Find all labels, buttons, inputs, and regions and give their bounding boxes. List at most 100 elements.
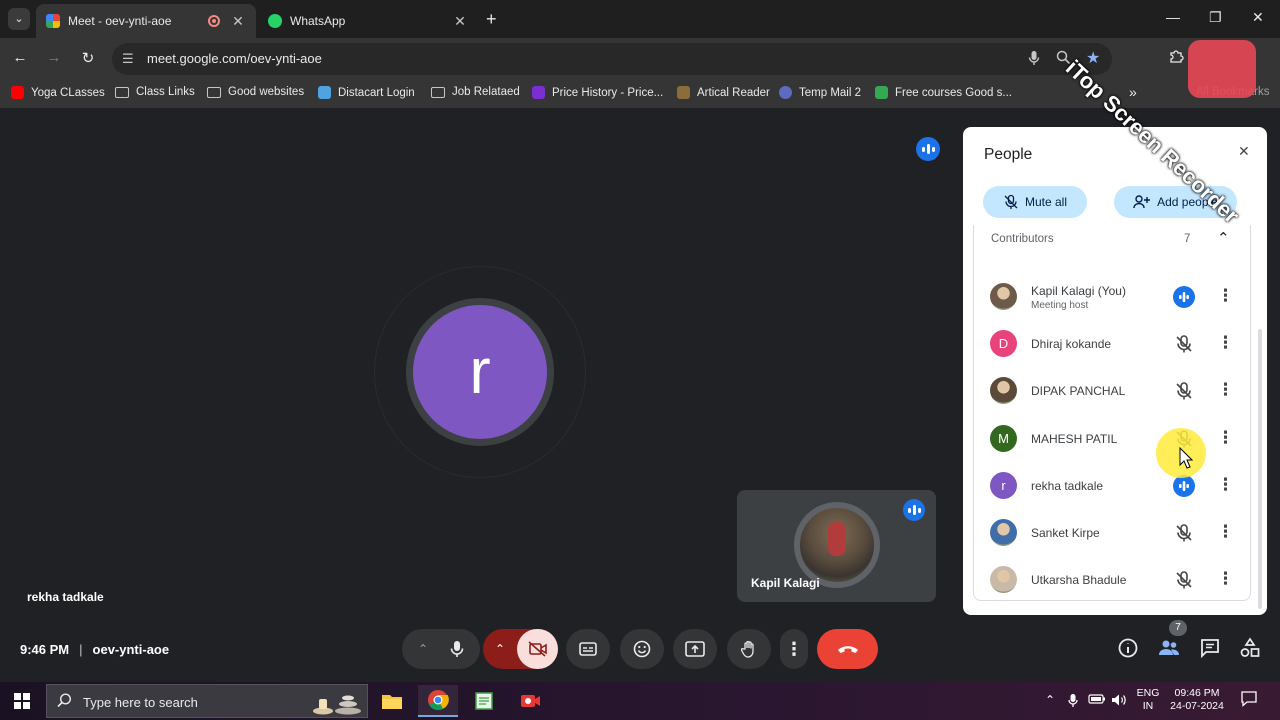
reactions-button[interactable]: [620, 629, 664, 669]
participant-more-icon[interactable]: ⋮: [1217, 428, 1234, 448]
bookmark-label: Artical Reader: [697, 86, 770, 99]
taskbar-clock[interactable]: 09:46 PM 24-07-2024: [1166, 687, 1228, 713]
collapse-chevron-icon[interactable]: ⌃: [1217, 229, 1230, 247]
back-icon[interactable]: ←: [10, 49, 30, 66]
bookmark-label: Price History - Price...: [552, 86, 664, 99]
bookmark-artical-reader[interactable]: Artical Reader: [677, 86, 770, 99]
camera-options-chevron-icon[interactable]: ⌃: [483, 642, 517, 656]
mic-off-icon: [1004, 194, 1018, 209]
present-screen-button[interactable]: [673, 629, 717, 669]
notifications-icon[interactable]: [1241, 691, 1257, 710]
site-info-icon[interactable]: ☰: [122, 51, 134, 67]
url-text: meet.google.com/oev-ynti-aoe: [147, 51, 322, 66]
participant-row[interactable]: Utkarsha Bhadule ⋮: [974, 557, 1248, 603]
mic-off-icon[interactable]: [1173, 569, 1195, 591]
maximize-icon[interactable]: ❐: [1209, 9, 1222, 26]
microphone-icon[interactable]: [450, 640, 464, 658]
separator: |: [79, 642, 83, 657]
hand-icon: [741, 640, 754, 658]
recorder-logo-icon: [1188, 40, 1256, 98]
close-tab-icon[interactable]: ✕: [230, 13, 246, 30]
participant-more-icon[interactable]: ⋮: [1217, 569, 1234, 589]
extensions-icon[interactable]: [1166, 48, 1186, 68]
mute-all-button[interactable]: Mute all: [983, 186, 1087, 218]
close-panel-icon[interactable]: ✕: [1238, 143, 1250, 160]
mic-options-chevron-icon[interactable]: ⌃: [418, 642, 428, 656]
tray-microphone-icon[interactable]: [1068, 693, 1078, 711]
bookmark-job[interactable]: Job Relataed: [431, 86, 520, 98]
self-video-tile[interactable]: Kapil Kalagi: [737, 490, 936, 602]
bookmark-distacart[interactable]: Distacart Login: [318, 86, 415, 99]
tab-title: WhatsApp: [290, 14, 346, 28]
tab-whatsapp[interactable]: WhatsApp ✕: [258, 4, 478, 38]
bookmark-temp-mail[interactable]: Temp Mail 2: [779, 86, 861, 99]
participant-row[interactable]: DIPAK PANCHAL ⋮: [974, 368, 1248, 414]
meet-stage: r rekha tadkale Kapil Kalagi People Mute…: [0, 112, 1280, 680]
tab-search-button[interactable]: ⌄: [8, 8, 30, 30]
leave-call-button[interactable]: [817, 629, 878, 669]
microphone-icon[interactable]: [1028, 50, 1040, 69]
tab-title: Meet - oev-ynti-aoe: [68, 14, 172, 28]
participant-more-icon[interactable]: ⋮: [1217, 380, 1234, 400]
windows-start-icon[interactable]: [14, 693, 30, 709]
taskbar-search[interactable]: Type here to search: [46, 684, 368, 718]
participant-more-icon[interactable]: ⋮: [1217, 522, 1234, 542]
activities-icon[interactable]: [1238, 636, 1262, 660]
more-options-button[interactable]: ⋮: [780, 629, 808, 669]
site-icon: [875, 86, 888, 99]
forward-icon[interactable]: →: [44, 49, 64, 66]
meeting-details-icon[interactable]: [1116, 636, 1140, 660]
participant-more-icon[interactable]: ⋮: [1217, 333, 1234, 353]
people-icon[interactable]: [1157, 636, 1181, 660]
meeting-info: 9:46 PM | oev-ynti-aoe: [20, 642, 169, 657]
add-person-icon: [1133, 195, 1151, 209]
mic-off-icon[interactable]: [1173, 522, 1195, 544]
bookmark-good-websites[interactable]: Good websites: [207, 86, 304, 98]
participant-row[interactable]: Kapil Kalagi (You) Meeting host ⋮: [974, 274, 1248, 320]
meeting-time: 9:46 PM: [20, 642, 70, 657]
mic-off-icon[interactable]: [1173, 380, 1195, 402]
google-meet-icon: [46, 14, 60, 28]
speaking-indicator-icon[interactable]: [1173, 474, 1195, 497]
participant-row[interactable]: r rekha tadkale ⋮: [974, 463, 1248, 509]
battery-icon[interactable]: [1088, 693, 1106, 708]
close-tab-icon[interactable]: ✕: [452, 13, 468, 30]
participant-row[interactable]: Sanket Kirpe ⋮: [974, 510, 1248, 556]
address-bar[interactable]: ☰ meet.google.com/oev-ynti-aoe ★: [112, 43, 1112, 75]
file-explorer-icon[interactable]: [372, 685, 412, 717]
folder-icon: [207, 86, 221, 98]
mic-off-icon[interactable]: [1173, 333, 1195, 355]
participant-row[interactable]: M MAHESH PATIL ⋮: [974, 416, 1248, 462]
participant-name: MAHESH PATIL: [1031, 431, 1118, 446]
screen-recorder-app-icon[interactable]: [510, 685, 550, 717]
participant-avatar: [990, 377, 1017, 405]
bookmark-price-history[interactable]: Price History - Price...: [532, 86, 663, 99]
participant-more-icon[interactable]: ⋮: [1217, 475, 1234, 495]
panel-scrollbar[interactable]: [1258, 329, 1262, 609]
close-window-icon[interactable]: ✕: [1252, 9, 1264, 26]
language-indicator[interactable]: ENG IN: [1136, 687, 1160, 713]
camera-off-button[interactable]: [517, 629, 558, 669]
bookmark-class-links[interactable]: Class Links: [115, 86, 195, 98]
show-hidden-icons-chevron[interactable]: ⌃: [1045, 693, 1055, 707]
chat-icon[interactable]: [1198, 636, 1222, 660]
participant-name: Dhiraj kokande: [1031, 337, 1112, 352]
bookmarks-overflow-button[interactable]: »: [1129, 84, 1137, 100]
notepad-app-icon[interactable]: [464, 685, 504, 717]
site-icon: [318, 86, 331, 99]
tab-meet[interactable]: Meet - oev-ynti-aoe ✕: [36, 4, 256, 38]
participant-more-icon[interactable]: ⋮: [1217, 286, 1234, 306]
browser-tab-strip: ⌄ Meet - oev-ynti-aoe ✕ WhatsApp ✕ + — ❐…: [0, 0, 1280, 38]
minimize-icon[interactable]: —: [1166, 9, 1180, 25]
bookmark-free-courses[interactable]: Free courses Good s...: [875, 86, 1012, 99]
speaking-indicator-icon[interactable]: [1173, 286, 1195, 308]
reload-icon[interactable]: ↻: [78, 49, 98, 67]
raise-hand-button[interactable]: [727, 629, 771, 669]
participant-avatar: [990, 283, 1017, 310]
bookmark-yoga[interactable]: Yoga CLasses: [11, 86, 105, 99]
captions-button[interactable]: [566, 629, 610, 669]
new-tab-button[interactable]: +: [486, 9, 497, 30]
chrome-icon[interactable]: [418, 685, 458, 717]
participant-row[interactable]: D Dhiraj kokande ⋮: [974, 321, 1248, 367]
volume-icon[interactable]: [1111, 693, 1128, 710]
